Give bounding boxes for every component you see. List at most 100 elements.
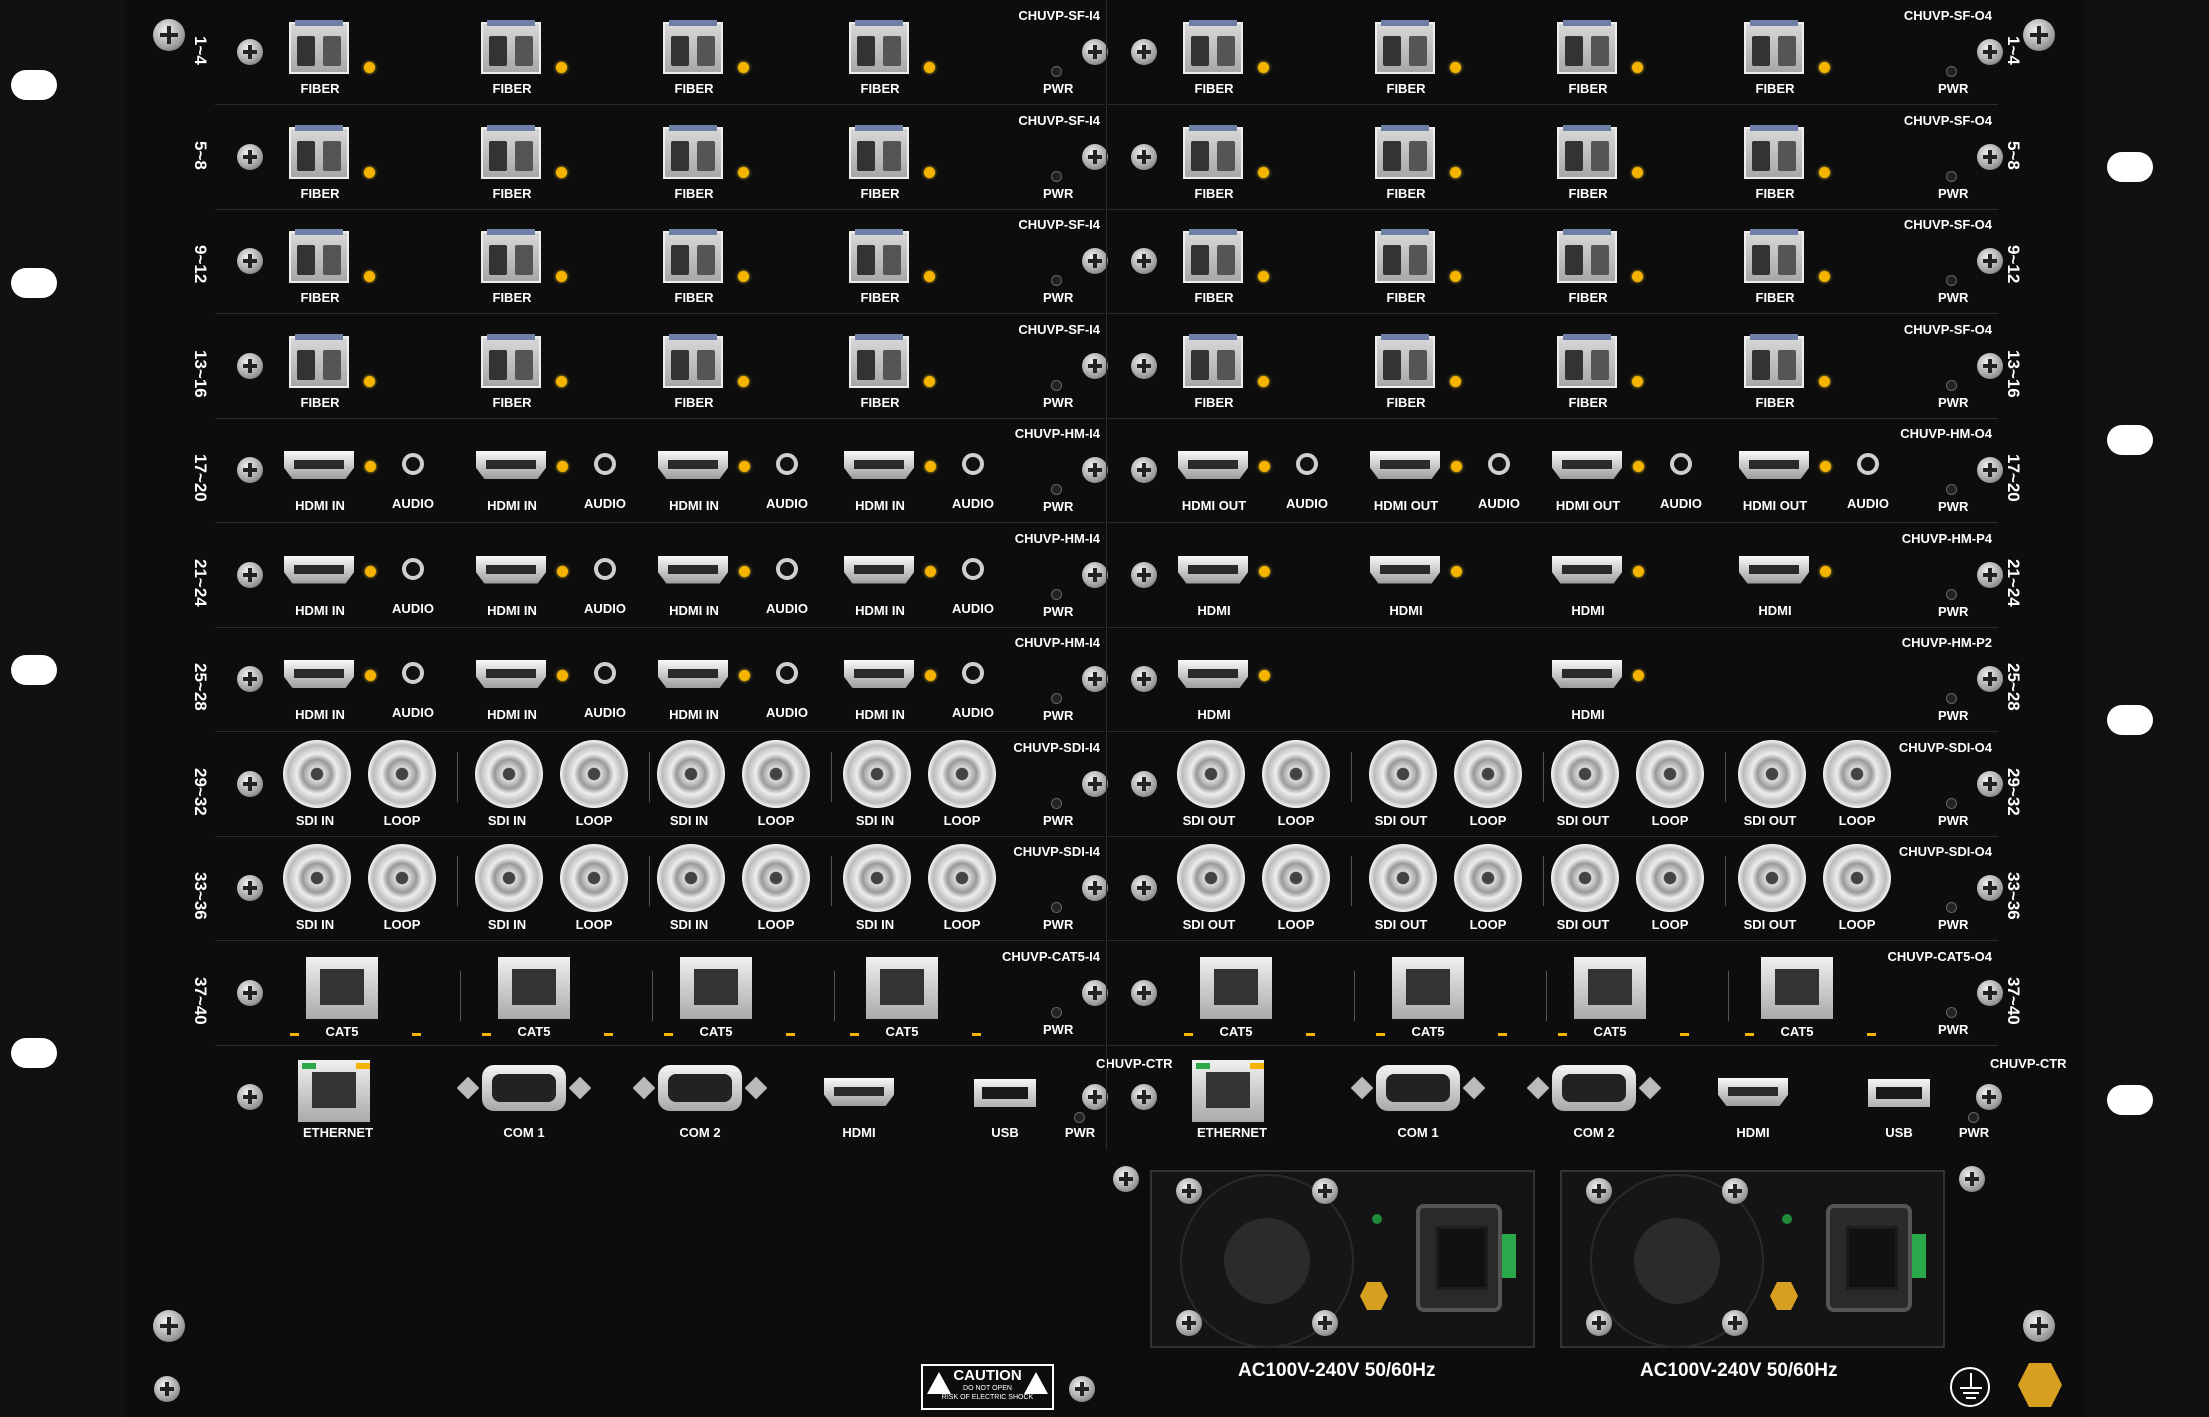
bnc-connector-icon[interactable]: [1738, 739, 1806, 808]
hdmi-port-icon[interactable]: [284, 451, 354, 479]
audio-jack-icon[interactable]: [594, 453, 616, 475]
sfp-fiber-port-icon[interactable]: [289, 124, 349, 179]
bnc-connector-icon[interactable]: [1738, 844, 1806, 912]
sfp-fiber-port-icon[interactable]: [663, 20, 723, 74]
hdmi-port-icon[interactable]: [658, 555, 728, 584]
audio-jack-icon[interactable]: [962, 557, 984, 580]
audio-jack-icon[interactable]: [594, 662, 616, 684]
power-switch[interactable]: [1502, 1234, 1516, 1278]
hdmi-port-icon[interactable]: [1178, 555, 1248, 584]
sfp-fiber-port-icon[interactable]: [1557, 229, 1617, 283]
sfp-fiber-port-icon[interactable]: [1557, 124, 1617, 179]
rj45-port-icon[interactable]: [306, 956, 378, 1019]
sfp-fiber-port-icon[interactable]: [849, 20, 909, 74]
sfp-fiber-port-icon[interactable]: [1183, 333, 1243, 388]
power-inlet-icon[interactable]: [1826, 1204, 1912, 1312]
bnc-loop-connector-icon[interactable]: [928, 844, 996, 912]
hdmi-port-icon[interactable]: [844, 555, 914, 584]
bnc-connector-icon[interactable]: [475, 844, 543, 912]
db9-serial-port-icon[interactable]: [1552, 1065, 1636, 1111]
hdmi-port-icon[interactable]: [476, 555, 546, 584]
power-inlet-icon[interactable]: [1416, 1204, 1502, 1312]
sfp-fiber-port-icon[interactable]: [1375, 333, 1435, 388]
sfp-fiber-port-icon[interactable]: [1744, 124, 1804, 179]
db9-serial-port-icon[interactable]: [482, 1065, 566, 1111]
bnc-loop-connector-icon[interactable]: [1454, 844, 1522, 912]
rj45-port-icon[interactable]: [1574, 956, 1646, 1019]
bnc-loop-connector-icon[interactable]: [368, 844, 436, 912]
rj45-port-icon[interactable]: [1761, 956, 1833, 1019]
sfp-fiber-port-icon[interactable]: [663, 333, 723, 388]
rj45-port-icon[interactable]: [498, 956, 570, 1019]
audio-jack-icon[interactable]: [594, 557, 616, 580]
hdmi-port-icon[interactable]: [1370, 555, 1440, 584]
bnc-connector-icon[interactable]: [283, 844, 351, 912]
audio-jack-icon[interactable]: [776, 557, 798, 580]
sfp-fiber-port-icon[interactable]: [481, 20, 541, 74]
power-switch[interactable]: [1912, 1234, 1926, 1278]
bnc-connector-icon[interactable]: [1177, 739, 1245, 808]
hdmi-port-icon[interactable]: [476, 451, 546, 479]
hdmi-port-icon[interactable]: [1552, 451, 1622, 479]
sfp-fiber-port-icon[interactable]: [1375, 20, 1435, 74]
hdmi-port-icon[interactable]: [476, 660, 546, 688]
sfp-fiber-port-icon[interactable]: [1557, 20, 1617, 74]
audio-jack-icon[interactable]: [1857, 453, 1879, 475]
sfp-fiber-port-icon[interactable]: [1375, 229, 1435, 283]
bnc-loop-connector-icon[interactable]: [1636, 739, 1704, 808]
sfp-fiber-port-icon[interactable]: [1183, 20, 1243, 74]
bnc-loop-connector-icon[interactable]: [1262, 739, 1330, 808]
hdmi-port-icon[interactable]: [844, 660, 914, 688]
rj45-port-icon[interactable]: [1392, 956, 1464, 1019]
sfp-fiber-port-icon[interactable]: [1744, 333, 1804, 388]
sfp-fiber-port-icon[interactable]: [1557, 333, 1617, 388]
sfp-fiber-port-icon[interactable]: [849, 229, 909, 283]
sfp-fiber-port-icon[interactable]: [481, 229, 541, 283]
hdmi-port-icon[interactable]: [1739, 451, 1809, 479]
sfp-fiber-port-icon[interactable]: [289, 20, 349, 74]
sfp-fiber-port-icon[interactable]: [849, 333, 909, 388]
bnc-loop-connector-icon[interactable]: [928, 739, 996, 808]
bnc-loop-connector-icon[interactable]: [1636, 844, 1704, 912]
sfp-fiber-port-icon[interactable]: [289, 229, 349, 283]
rj45-port-icon[interactable]: [680, 956, 752, 1019]
hdmi-port-icon[interactable]: [658, 451, 728, 479]
hdmi-port-icon[interactable]: [1718, 1078, 1788, 1106]
bnc-connector-icon[interactable]: [1551, 739, 1619, 808]
bnc-connector-icon[interactable]: [283, 739, 351, 808]
usb-port-icon[interactable]: [974, 1079, 1036, 1107]
sfp-fiber-port-icon[interactable]: [1744, 20, 1804, 74]
sfp-fiber-port-icon[interactable]: [663, 229, 723, 283]
bnc-loop-connector-icon[interactable]: [560, 739, 628, 808]
sfp-fiber-port-icon[interactable]: [1183, 124, 1243, 179]
sfp-fiber-port-icon[interactable]: [849, 124, 909, 179]
hdmi-port-icon[interactable]: [844, 451, 914, 479]
bnc-connector-icon[interactable]: [1369, 739, 1437, 808]
bnc-loop-connector-icon[interactable]: [742, 844, 810, 912]
sfp-fiber-port-icon[interactable]: [481, 124, 541, 179]
audio-jack-icon[interactable]: [402, 662, 424, 684]
hdmi-port-icon[interactable]: [1739, 555, 1809, 584]
bnc-connector-icon[interactable]: [1551, 844, 1619, 912]
sfp-fiber-port-icon[interactable]: [1375, 124, 1435, 179]
bnc-connector-icon[interactable]: [1177, 844, 1245, 912]
audio-jack-icon[interactable]: [1488, 453, 1510, 475]
bnc-connector-icon[interactable]: [843, 739, 911, 808]
bnc-connector-icon[interactable]: [475, 739, 543, 808]
audio-jack-icon[interactable]: [776, 453, 798, 475]
hdmi-port-icon[interactable]: [1178, 451, 1248, 479]
bnc-connector-icon[interactable]: [657, 844, 725, 912]
bnc-loop-connector-icon[interactable]: [560, 844, 628, 912]
ethernet-port-icon[interactable]: [1192, 1060, 1264, 1122]
usb-port-icon[interactable]: [1868, 1079, 1930, 1107]
hdmi-port-icon[interactable]: [1552, 660, 1622, 688]
audio-jack-icon[interactable]: [962, 453, 984, 475]
db9-serial-port-icon[interactable]: [1376, 1065, 1460, 1111]
sfp-fiber-port-icon[interactable]: [1183, 229, 1243, 283]
hdmi-port-icon[interactable]: [1370, 451, 1440, 479]
bnc-loop-connector-icon[interactable]: [1823, 844, 1891, 912]
hdmi-port-icon[interactable]: [824, 1078, 894, 1106]
bnc-connector-icon[interactable]: [843, 844, 911, 912]
sfp-fiber-port-icon[interactable]: [1744, 229, 1804, 283]
hdmi-port-icon[interactable]: [1552, 555, 1622, 584]
